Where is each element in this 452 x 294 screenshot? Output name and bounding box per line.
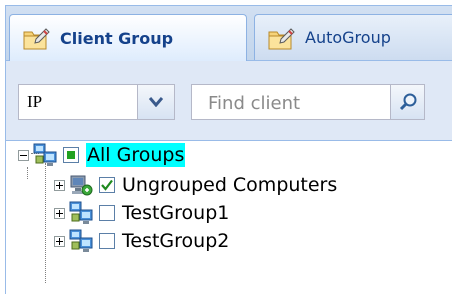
network-computers-icon xyxy=(33,143,57,167)
search-field-select[interactable]: IP xyxy=(18,84,175,120)
tree-node-label: TestGroup1 xyxy=(122,202,230,224)
tree-node-label: TestGroup2 xyxy=(122,230,230,252)
all-groups-checkbox[interactable] xyxy=(63,147,79,163)
search-icon[interactable] xyxy=(390,85,424,119)
search-placeholder: Find client xyxy=(208,93,301,114)
tree-node-testgroup2[interactable]: TestGroup2 xyxy=(54,227,229,255)
chevron-down-icon[interactable] xyxy=(137,85,174,119)
client-group-panel: Client Group AutoGroup IP Find client Al… xyxy=(5,5,452,294)
tree-node-testgroup1[interactable]: TestGroup1 xyxy=(54,199,229,227)
filter-toolbar: IP Find client xyxy=(6,61,452,141)
tree-node-all-groups[interactable]: All Groups xyxy=(18,141,186,169)
folder-pencil-icon xyxy=(22,25,50,51)
tree-node-ungrouped-computers[interactable]: Ungrouped Computers xyxy=(54,171,337,199)
tab-client-group[interactable]: Client Group xyxy=(9,14,247,61)
tree-node-label: Ungrouped Computers xyxy=(122,174,338,196)
expand-icon[interactable] xyxy=(54,235,65,247)
search-field-value: IP xyxy=(27,92,43,111)
tab-label: AutoGroup xyxy=(305,28,391,47)
network-computers-icon xyxy=(69,201,93,225)
folder-pencil-icon xyxy=(267,25,295,51)
collapse-icon[interactable] xyxy=(18,149,29,161)
tree-node-label: All Groups xyxy=(86,143,186,167)
expand-icon[interactable] xyxy=(54,207,65,219)
expand-icon[interactable] xyxy=(54,179,65,191)
testgroup2-checkbox[interactable] xyxy=(99,233,115,249)
tab-autogroup[interactable]: AutoGroup xyxy=(254,14,452,60)
tab-bar: Client Group AutoGroup xyxy=(6,6,452,61)
tab-label: Client Group xyxy=(60,28,174,48)
find-client-input[interactable]: Find client xyxy=(191,84,425,120)
ungrouped-computers-checkbox[interactable] xyxy=(99,177,115,193)
ungrouped-computer-icon xyxy=(69,173,93,197)
network-computers-icon xyxy=(69,229,93,253)
testgroup1-checkbox[interactable] xyxy=(99,205,115,221)
client-group-tree: All Groups Ungrouped Computers TestGroup… xyxy=(6,141,452,294)
